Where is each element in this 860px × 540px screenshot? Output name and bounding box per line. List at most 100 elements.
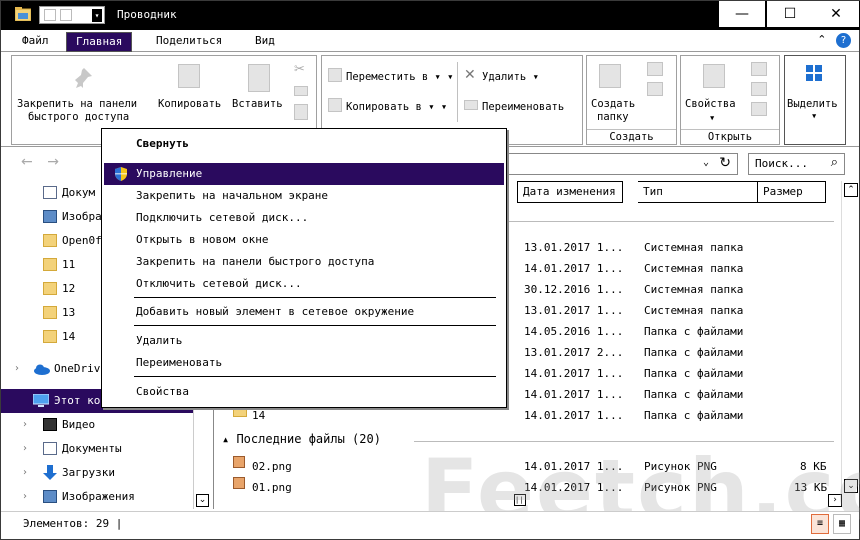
properties-icon[interactable] [44, 9, 56, 21]
horizontal-scrollbar[interactable]: ||| › [214, 492, 844, 509]
table-row[interactable]: 02.png 14.01.2017 1... Рисунок PNG 8 КБ [214, 456, 836, 477]
nav-item-documents-2[interactable]: › Документы [1, 437, 193, 461]
file-list-scrollbar[interactable]: ⌃ ⌄ [841, 181, 859, 501]
menu-item-properties[interactable]: Свойства [104, 381, 504, 403]
tab-view[interactable]: Вид [246, 32, 284, 52]
minimize-button[interactable]: — [719, 1, 765, 27]
ribbon-tabs: Файл Главная Поделиться Вид ⌃ ? [1, 30, 859, 52]
menu-item-add-network-location[interactable]: Добавить новый элемент в сетевое окружен… [104, 301, 504, 323]
nav-item-video[interactable]: › Видео [1, 413, 193, 437]
scroll-right-icon[interactable]: › [828, 494, 842, 507]
close-button[interactable]: ✕ [813, 1, 859, 27]
qat-dropdown-icon[interactable]: ▾ [92, 9, 102, 22]
search-input[interactable]: Поиск... ⌕ [748, 153, 845, 175]
open-icon[interactable] [751, 62, 767, 76]
expand-icon[interactable]: › [23, 413, 27, 437]
properties-caret[interactable]: ▾ [709, 112, 715, 124]
tab-home[interactable]: Главная [66, 32, 133, 52]
properties-icon [703, 64, 725, 88]
expand-icon[interactable]: › [15, 357, 19, 381]
copy-path-icon[interactable] [294, 86, 308, 96]
tab-share[interactable]: Поделиться [147, 32, 231, 52]
rename-button[interactable]: Переименовать [482, 101, 564, 113]
recent-files-group-header[interactable]: ▴ Последние файлы (20) [222, 432, 381, 446]
move-to-button[interactable]: Переместить в ▾ ▾ [346, 71, 454, 83]
quick-access-toolbar[interactable]: ▾ [39, 6, 105, 24]
new-folder-icon [599, 64, 621, 88]
properties-button[interactable]: Свойства [685, 98, 736, 110]
expand-icon[interactable]: › [23, 437, 27, 461]
paste-icon [248, 64, 270, 92]
tab-file[interactable]: Файл [13, 32, 58, 52]
edit-icon[interactable] [751, 82, 767, 96]
select-icon [806, 65, 822, 81]
forward-button[interactable]: → [47, 154, 59, 170]
menu-item-manage[interactable]: Управление [104, 163, 504, 185]
column-date[interactable]: Дата изменения [517, 181, 623, 203]
copy-to-icon [328, 98, 342, 112]
pin-icon [75, 68, 92, 88]
column-type[interactable]: Тип [638, 181, 758, 203]
menu-item-pin-quick-access[interactable]: Закрепить на панели быстрого доступа [104, 251, 504, 273]
open-group: Свойства ▾ Открыть [680, 55, 780, 145]
ribbon-controls: ⌃ ? [817, 33, 851, 48]
new-item-icon[interactable] [647, 62, 663, 76]
onedrive-icon [34, 364, 50, 375]
scroll-down-icon[interactable]: ⌄ [196, 494, 209, 507]
images-icon [43, 490, 57, 503]
cut-icon[interactable]: ✂ [294, 62, 305, 77]
expand-icon[interactable]: › [23, 485, 27, 509]
new-folder-icon[interactable] [60, 9, 72, 21]
folder-icon [43, 234, 57, 247]
menu-item-pin-start[interactable]: Закрепить на начальном экране [104, 185, 504, 207]
divider [457, 62, 458, 122]
select-button[interactable]: Выделить [787, 98, 838, 110]
pin-quick-access-button[interactable]: Закрепить на панели [17, 98, 137, 110]
menu-item-map-network-drive[interactable]: Подключить сетевой диск... [104, 207, 504, 229]
new-folder-button[interactable]: Создать [591, 98, 635, 110]
expand-icon[interactable]: › [23, 461, 27, 485]
document-icon [43, 442, 57, 455]
maximize-button[interactable]: ☐ [767, 1, 813, 27]
png-image-icon [233, 477, 245, 489]
menu-item-disconnect-network-drive[interactable]: Отключить сетевой диск... [104, 273, 504, 295]
easy-access-icon[interactable] [647, 82, 663, 96]
shield-icon [115, 167, 127, 181]
help-icon[interactable]: ? [836, 33, 851, 48]
folder-icon [43, 282, 57, 295]
delete-button[interactable]: Удалить ▾ [482, 71, 539, 83]
menu-item-open-new-window[interactable]: Открыть в новом окне [104, 229, 504, 251]
menu-item-delete[interactable]: Удалить [104, 330, 504, 352]
item-count: Элементов: 29 | [23, 517, 123, 530]
scroll-thumb[interactable]: ||| [514, 494, 528, 506]
scroll-up-icon[interactable]: ⌃ [844, 183, 858, 197]
collapse-ribbon-icon[interactable]: ⌃ [817, 33, 826, 46]
address-dropdown-icon[interactable]: ⌄ [703, 157, 709, 168]
new-folder-label-2: папку [597, 111, 629, 123]
details-view-icon[interactable]: ≡ [811, 514, 829, 534]
table-row[interactable]: 14 14.01.2017 1... Папка с файлами [214, 405, 836, 426]
search-icon[interactable]: ⌕ [831, 155, 838, 170]
pin-quick-access-label-2: быстрого доступа [28, 111, 130, 123]
paste-shortcut-icon[interactable] [294, 104, 308, 120]
column-size[interactable]: Размер [758, 181, 826, 203]
menu-separator [134, 376, 496, 377]
rename-icon [464, 100, 478, 110]
video-icon [43, 418, 57, 431]
nav-item-downloads[interactable]: › Загрузки [1, 461, 193, 485]
scroll-down-icon[interactable]: ⌄ [844, 479, 858, 493]
group-divider [504, 221, 834, 222]
large-icons-view-icon[interactable]: ▦ [833, 514, 851, 534]
copy-to-button[interactable]: Копировать в ▾ ▾ [346, 101, 447, 113]
group-title-create: Создать [587, 129, 676, 143]
paste-button[interactable]: Вставить [232, 98, 283, 110]
select-caret[interactable]: ▾ [811, 110, 817, 122]
back-button[interactable]: ← [21, 154, 33, 170]
refresh-icon[interactable]: ↻ [719, 155, 731, 171]
menu-item-rename[interactable]: Переименовать [104, 352, 504, 374]
menu-item-collapse[interactable]: Свернуть [104, 133, 504, 155]
nav-item-images-2[interactable]: › Изображения [1, 485, 193, 509]
history-icon[interactable] [751, 102, 767, 116]
address-bar[interactable]: ⌄ ↻ [506, 153, 738, 175]
copy-button[interactable]: Копировать [158, 98, 221, 110]
